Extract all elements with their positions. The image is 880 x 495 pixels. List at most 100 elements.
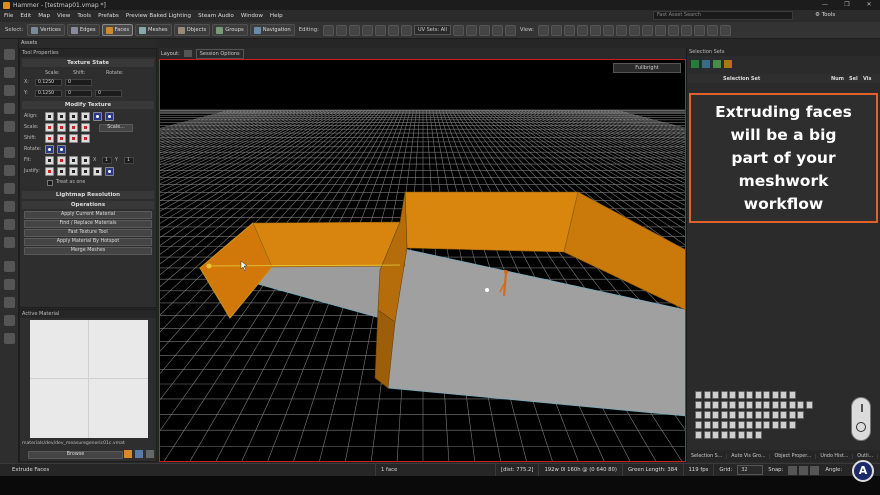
tab-undo-history[interactable]: Undo Hist... bbox=[816, 453, 854, 459]
align-face-button[interactable] bbox=[57, 112, 66, 121]
fit-u-button[interactable] bbox=[57, 156, 66, 165]
render-mode-dropdown[interactable]: Fullbright bbox=[613, 63, 681, 73]
mode-groups-button[interactable]: Groups bbox=[212, 24, 248, 36]
mode-vertices-button[interactable]: Vertices bbox=[27, 24, 65, 36]
x-shift-input[interactable]: 0 bbox=[65, 79, 92, 86]
x-scale-input[interactable]: 0.1250 bbox=[35, 79, 62, 86]
paint-geometry-icon[interactable] bbox=[4, 315, 15, 326]
fit-x-input[interactable]: 1 bbox=[102, 157, 112, 164]
pivot-icon[interactable] bbox=[322, 24, 334, 36]
selection-handle[interactable] bbox=[206, 263, 212, 269]
justify-top-button[interactable] bbox=[69, 167, 78, 176]
tab-outliner[interactable]: Outli... bbox=[853, 453, 879, 459]
add-to-set-icon[interactable] bbox=[702, 60, 710, 68]
close-button[interactable]: ✕ bbox=[858, 0, 880, 10]
align-grid-button[interactable] bbox=[93, 112, 102, 121]
entity-icon[interactable] bbox=[504, 24, 516, 36]
align-world-button[interactable] bbox=[45, 112, 54, 121]
texture-tool-icon[interactable] bbox=[4, 279, 15, 290]
scale-v-up-button[interactable] bbox=[81, 123, 90, 132]
view-overlay-icon[interactable] bbox=[602, 24, 614, 36]
cable-tool-icon[interactable] bbox=[4, 333, 15, 344]
view-grid-icon[interactable] bbox=[589, 24, 601, 36]
scale-up-button[interactable] bbox=[57, 123, 66, 132]
shift-down-button[interactable] bbox=[81, 134, 90, 143]
entity-tool-icon[interactable] bbox=[4, 237, 15, 248]
view-wire-icon[interactable] bbox=[693, 24, 705, 36]
align-uv-button[interactable] bbox=[105, 112, 114, 121]
rotate-ccw-button[interactable] bbox=[45, 145, 54, 154]
menu-steam-audio[interactable]: Steam Audio bbox=[198, 13, 234, 19]
treat-as-one-checkbox[interactable] bbox=[47, 179, 53, 186]
lightmap-resolution-header[interactable]: Lightmap Resolution bbox=[22, 191, 154, 199]
y-shift-input[interactable]: 0 bbox=[65, 90, 92, 97]
transform-icon[interactable] bbox=[361, 24, 373, 36]
mode-edges-button[interactable]: Edges bbox=[66, 24, 100, 36]
mode-meshes-button[interactable]: Meshes bbox=[135, 24, 172, 36]
mesh-tool-icon[interactable] bbox=[491, 24, 503, 36]
view-nav-icon[interactable] bbox=[641, 24, 653, 36]
menu-help[interactable]: Help bbox=[270, 13, 283, 19]
menu-view[interactable]: View bbox=[57, 13, 70, 19]
view-extra-icon[interactable] bbox=[719, 24, 731, 36]
y-scale-input[interactable]: 0.1250 bbox=[35, 90, 62, 97]
modify-texture-header[interactable]: Modify Texture bbox=[22, 101, 154, 109]
uv-sets-dropdown[interactable]: UV Sets: All bbox=[413, 25, 451, 35]
scale-dialog-button[interactable]: Scale... bbox=[99, 123, 133, 132]
snap-icon[interactable] bbox=[335, 24, 347, 36]
tile-tool-icon[interactable] bbox=[4, 297, 15, 308]
shift-left-button[interactable] bbox=[45, 134, 54, 143]
session-options-dropdown[interactable]: Session Options bbox=[195, 48, 244, 59]
scale-tool-icon[interactable] bbox=[4, 103, 15, 114]
select-tool-icon[interactable] bbox=[4, 49, 15, 60]
fit-button[interactable] bbox=[45, 156, 54, 165]
material-pick-icon[interactable] bbox=[124, 450, 132, 458]
snap-vertex-icon[interactable] bbox=[799, 465, 809, 475]
material-eyedropper-icon[interactable] bbox=[135, 450, 143, 458]
material-icon[interactable] bbox=[452, 24, 464, 36]
left-room-back-wall[interactable] bbox=[252, 221, 406, 268]
align-u-button[interactable] bbox=[81, 112, 90, 121]
tab-auto-vis-groups[interactable]: Auto Vis Gro... bbox=[727, 453, 771, 459]
menu-preview-baked-lighting[interactable]: Preview Baked Lighting bbox=[126, 13, 191, 19]
layout-grid-icon[interactable] bbox=[183, 50, 192, 57]
justify-center-button[interactable] bbox=[93, 167, 102, 176]
view-split-icon[interactable] bbox=[680, 24, 692, 36]
assets-tab[interactable]: Assets bbox=[19, 39, 157, 48]
mode-objects-button[interactable]: Objects bbox=[173, 24, 211, 36]
col-vis[interactable]: Vis bbox=[863, 76, 871, 82]
fast-asset-search-input[interactable]: Fast Asset Search bbox=[653, 11, 793, 20]
polygon-tool-icon[interactable] bbox=[4, 165, 15, 176]
menu-map[interactable]: Map bbox=[38, 13, 50, 19]
view-quad-icon[interactable] bbox=[706, 24, 718, 36]
menu-edit[interactable]: Edit bbox=[20, 13, 31, 19]
snap-angle-icon[interactable] bbox=[810, 465, 820, 475]
scale-icon[interactable] bbox=[374, 24, 386, 36]
3d-viewport[interactable]: Fullbright bbox=[159, 59, 686, 462]
align-view-button[interactable] bbox=[69, 112, 78, 121]
rotate-tool-icon[interactable] bbox=[4, 85, 15, 96]
cut-tool-icon[interactable] bbox=[4, 201, 15, 212]
maximize-button[interactable]: ❐ bbox=[836, 0, 858, 10]
menu-file[interactable]: File bbox=[4, 13, 13, 19]
clip-tool-icon[interactable] bbox=[4, 219, 15, 230]
shift-right-button[interactable] bbox=[57, 134, 66, 143]
set-options-icon[interactable] bbox=[724, 60, 732, 68]
menu-prefabs[interactable]: Prefabs bbox=[98, 13, 119, 19]
operations-header[interactable]: Operations bbox=[22, 201, 154, 209]
add-set-icon[interactable] bbox=[691, 60, 699, 68]
view-run-icon[interactable] bbox=[628, 24, 640, 36]
local-space-icon[interactable] bbox=[348, 24, 360, 36]
rotate-cw-button[interactable] bbox=[57, 145, 66, 154]
translate-tool-icon[interactable] bbox=[4, 67, 15, 78]
fast-texture-tool-button[interactable]: Fast Texture Tool bbox=[24, 229, 152, 237]
mode-navigation-button[interactable]: Navigation bbox=[249, 24, 295, 36]
tools-dropdown[interactable]: ⚙ Tools bbox=[815, 11, 843, 20]
view-layout-icon[interactable] bbox=[667, 24, 679, 36]
tab-object-properties[interactable]: Object Proper... bbox=[770, 453, 817, 459]
col-sel[interactable]: Sel bbox=[849, 76, 863, 82]
justify-fit-button[interactable] bbox=[105, 167, 114, 176]
texture-state-header[interactable]: Texture State bbox=[22, 59, 154, 67]
grid-size-dropdown[interactable]: 32 bbox=[737, 465, 764, 475]
selection-filter-icon[interactable] bbox=[400, 24, 412, 36]
